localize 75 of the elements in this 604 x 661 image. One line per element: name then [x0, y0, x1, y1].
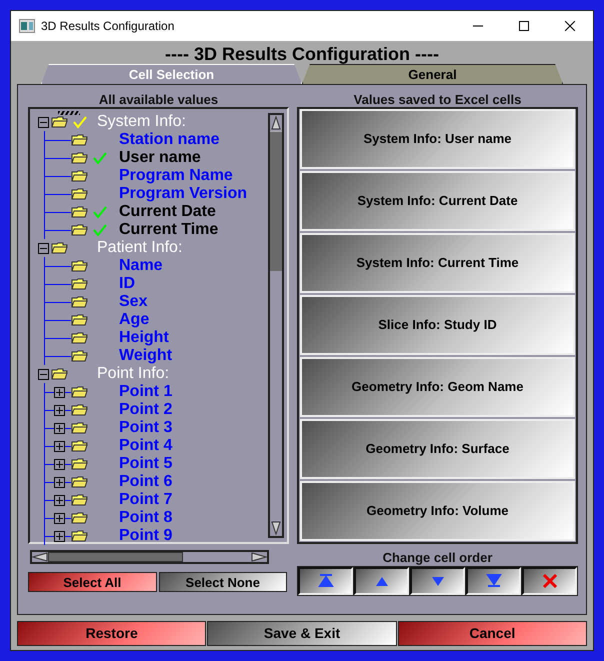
close-icon[interactable] [565, 21, 575, 31]
select-none-button[interactable]: Select None [158, 572, 287, 592]
move-top-icon [316, 574, 334, 588]
expand-icon[interactable] [54, 476, 65, 488]
move-top-button[interactable] [298, 567, 353, 595]
expand-icon[interactable] [54, 422, 65, 434]
restore-button[interactable]: Restore [17, 621, 206, 646]
scroll-thumb[interactable] [270, 131, 282, 271]
expand-icon[interactable] [54, 386, 65, 398]
move-bottom-button[interactable] [466, 567, 521, 595]
delete-icon [540, 574, 558, 588]
collapse-icon[interactable] [38, 116, 49, 128]
tab[interactable]: Cell Selection [41, 64, 302, 84]
scroll-right-icon[interactable] [251, 552, 267, 562]
folder-icon [71, 134, 88, 146]
select-all-button[interactable]: Select All [28, 572, 156, 592]
folder-icon [71, 278, 88, 290]
vertical-scrollbar[interactable] [268, 113, 284, 538]
folder-icon [71, 260, 88, 272]
scroll-down-icon[interactable] [270, 521, 282, 535]
move-bottom-icon [484, 574, 502, 588]
excel-cell-item[interactable]: System Info: User name [300, 109, 575, 169]
excel-cell-item[interactable]: System Info: Current Date [300, 171, 575, 231]
collapse-icon[interactable] [38, 242, 49, 254]
folder-icon [51, 242, 68, 254]
window-title: 3D Results Configuration [41, 18, 174, 35]
folder-icon [71, 422, 88, 434]
folder-icon [71, 512, 88, 524]
scroll-left-icon[interactable] [32, 552, 48, 562]
tree-root-icon [58, 111, 80, 115]
expand-icon[interactable] [54, 440, 65, 452]
folder-icon [51, 368, 68, 380]
maximize-icon[interactable] [519, 21, 529, 31]
folder-icon [71, 350, 88, 362]
expand-icon[interactable] [54, 458, 65, 470]
column-title: Values saved to Excel cells [352, 91, 522, 107]
folder-icon [71, 296, 88, 308]
delete-button[interactable] [522, 567, 577, 595]
expand-icon[interactable] [54, 530, 65, 542]
excel-cell-item[interactable]: Slice Info: Study ID [300, 295, 575, 355]
folder-icon [71, 206, 88, 218]
folder-icon [71, 170, 88, 182]
cancel-button[interactable]: Cancel [398, 621, 587, 646]
column-title: All available values [98, 91, 220, 107]
excel-cell-item[interactable]: Geometry Info: Surface [300, 419, 575, 479]
excel-cell-item[interactable]: Geometry Info: Volume [300, 481, 575, 541]
folder-icon [71, 188, 88, 200]
folder-icon [71, 152, 88, 164]
folder-icon [71, 458, 88, 470]
folder-icon [71, 332, 88, 344]
excel-cell-item[interactable]: System Info: Current Time [300, 233, 575, 293]
folder-icon [51, 116, 68, 128]
collapse-icon[interactable] [38, 368, 49, 380]
folder-icon [71, 386, 88, 398]
folder-icon [71, 494, 88, 506]
folder-icon [71, 404, 88, 416]
tab[interactable]: General [302, 64, 563, 84]
excel-cell-item[interactable]: Geometry Info: Geom Name [300, 357, 575, 417]
move-down-button[interactable] [410, 567, 465, 595]
folder-icon [71, 476, 88, 488]
expand-icon[interactable] [54, 512, 65, 524]
folder-icon [71, 314, 88, 326]
horizontal-scrollbar[interactable] [30, 550, 269, 564]
scroll-up-icon[interactable] [270, 116, 282, 130]
scroll-thumb[interactable] [48, 552, 183, 562]
expand-icon[interactable] [54, 494, 65, 506]
app-icon [19, 19, 35, 33]
order-label: Change cell order [382, 549, 494, 566]
save-exit-button[interactable]: Save & Exit [207, 621, 397, 646]
folder-icon [71, 530, 88, 542]
expand-icon[interactable] [54, 404, 65, 416]
move-up-button[interactable] [354, 567, 409, 595]
folder-icon [71, 440, 88, 452]
folder-icon [71, 224, 88, 236]
dialog-heading: ---- 3D Results Configuration ---- [164, 44, 440, 64]
